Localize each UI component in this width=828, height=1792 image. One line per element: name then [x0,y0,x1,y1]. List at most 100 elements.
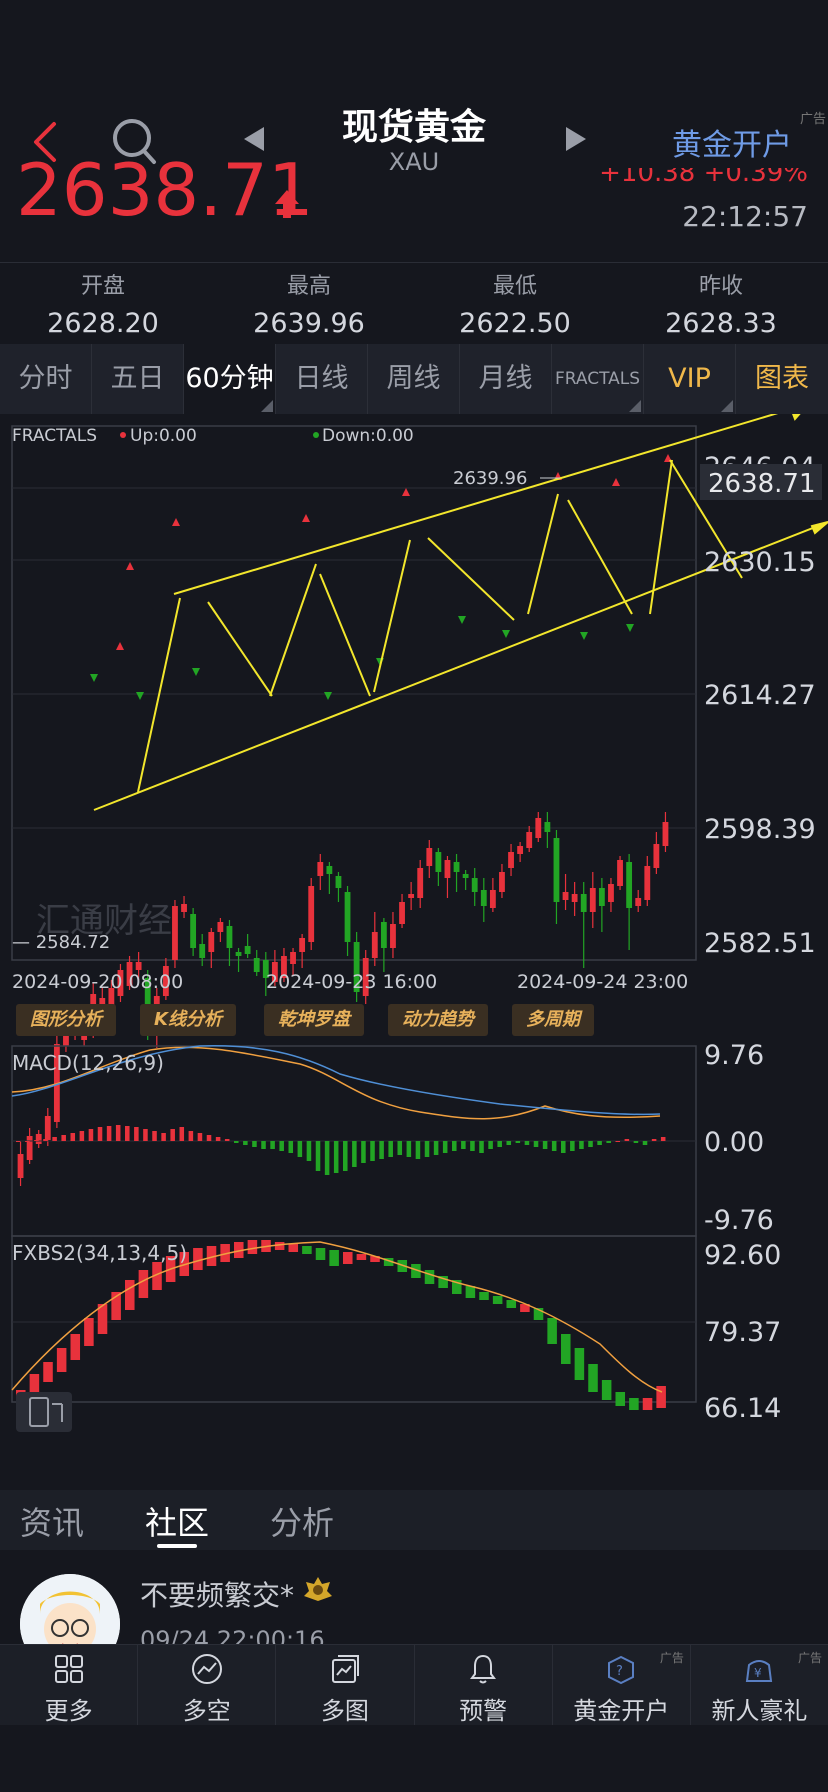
macd-bar [570,1141,575,1151]
tab-chart-tools[interactable]: 图表 [736,344,828,414]
next-instrument-icon[interactable] [566,127,586,151]
fxbs-label: FXBS2(34,13,4,5) [12,1241,187,1265]
nav-new-user-gift[interactable]: ¥ 广告 新人豪礼 [691,1645,828,1725]
macd-y-tick-3: -9.76 [704,1205,774,1236]
macd-bar [470,1141,475,1151]
candle-body [535,818,542,838]
stat-prev-close: 昨收 2628.33 [618,268,824,339]
macd-label: MACD(12,26,9) [12,1051,164,1075]
fxbs-bar [492,1296,503,1304]
candle-body [617,860,623,886]
candle-body [408,894,415,898]
post-time: 09/24 22:00:16 [140,1626,325,1646]
macd-bar [79,1131,85,1141]
ad-label: 广告 [800,112,827,127]
tab-fractals[interactable]: FRACTALS [552,344,644,414]
candle-body [462,874,469,878]
candle-body [344,892,351,942]
candle-body [580,894,587,912]
nav-open-account[interactable]: ? 广告 黄金开户 [553,1645,691,1725]
tab-daily[interactable]: 日线 [276,344,368,414]
macd-bar [115,1125,121,1141]
stat-label: 最低 [492,274,537,299]
candle-body [181,904,187,912]
post-username[interactable]: 不要频繁交* [140,1574,294,1614]
candle-body [226,926,233,948]
macd-bar [388,1141,393,1157]
macd-y-tick-2: 0.00 [704,1127,764,1158]
fxbs-bar [70,1334,81,1360]
candle-body [371,932,378,958]
tab-weekly[interactable]: 周线 [368,344,460,414]
period-tabs: 分时 五日 60分钟 日线 周线 月线 FRACTALS VIP 图表 [0,344,828,414]
tab-community[interactable]: 社区 [145,1498,209,1544]
gift-icon: ¥ [746,1660,773,1682]
tab-monthly[interactable]: 月线 [460,344,552,414]
macd-bar [97,1127,103,1141]
compass-button[interactable]: 乾坤罗盘 [264,1004,364,1036]
kline-analysis-button[interactable]: K线分析 [140,1004,236,1036]
stat-value: 2628.33 [665,308,777,339]
dropdown-corner-icon [629,400,641,412]
candle-body [326,866,333,874]
top-bar: 现货黄金 XAU 黄金开户 广告 [0,0,828,180]
macd-bar [406,1141,412,1157]
chart-area[interactable]: FRACTALS Up:0.00 Down:0.00 2646.04 2638.… [0,414,828,1490]
macd-bar [524,1141,530,1145]
macd-bar [306,1141,312,1161]
open-account-link[interactable]: 黄金开户 [672,120,792,164]
macd-bar [597,1141,602,1145]
macd-bar [479,1141,484,1153]
fxbs-bar [329,1250,339,1266]
macd-bar [497,1141,502,1147]
fxbs-y-tick-3: 66.14 [704,1393,781,1424]
candle-body [417,868,424,898]
macd-bar [25,1141,30,1142]
macd-bar [315,1141,321,1171]
vip-badge-icon [304,1577,332,1601]
nav-more[interactable]: 更多 [0,1645,139,1725]
macd-bar [542,1141,548,1149]
macd-bar [88,1129,94,1141]
nav-alert[interactable]: 预警 [415,1645,553,1725]
fractal-up-marker [116,642,124,650]
candle-body [317,862,324,876]
nav-label: 新人豪礼 [711,1697,808,1725]
macd-bar [288,1141,294,1153]
macd-bar [651,1139,657,1141]
candle-body [380,922,387,948]
trend-icon [191,1654,222,1684]
y-tick-2: 2630.15 [704,547,816,578]
candle-body [499,872,505,892]
candle-body [644,866,651,900]
graph-analysis-button[interactable]: 图形分析 [16,1004,116,1036]
candle-body [562,892,569,900]
tab-five-day[interactable]: 五日 [92,344,184,414]
nav-multi-chart[interactable]: 多图 [276,1645,415,1725]
candle-body [26,1136,33,1160]
macd-bar [70,1133,76,1141]
tab-news[interactable]: 资讯 [20,1498,84,1544]
fractal-down-marker [324,692,332,700]
fxbs-y-tick-1: 92.60 [704,1240,781,1271]
tab-60min[interactable]: 60分钟 [184,344,276,414]
tab-analysis[interactable]: 分析 [270,1498,334,1544]
down-dot-icon [313,432,319,438]
candle-body [35,1134,42,1144]
multi-period-button[interactable]: 多周期 [512,1004,594,1036]
watermark: 汇通财经 [36,901,172,941]
tab-vip[interactable]: VIP [644,344,736,414]
nav-long-short[interactable]: 多空 [138,1645,277,1725]
candle-body [489,890,496,908]
macd-bar [161,1133,166,1141]
fractal-down-marker [502,630,510,638]
macd-bar [179,1127,185,1141]
macd-bar [134,1127,139,1141]
candle-body [526,832,533,848]
momentum-trend-button[interactable]: 动力趋势 [388,1004,488,1036]
nav-label: 多图 [320,1697,369,1725]
tab-intraday[interactable]: 分时 [0,344,92,414]
prev-instrument-icon[interactable] [244,127,264,151]
landscape-toggle-button[interactable] [16,1392,72,1432]
fxbs-bar [315,1248,326,1260]
